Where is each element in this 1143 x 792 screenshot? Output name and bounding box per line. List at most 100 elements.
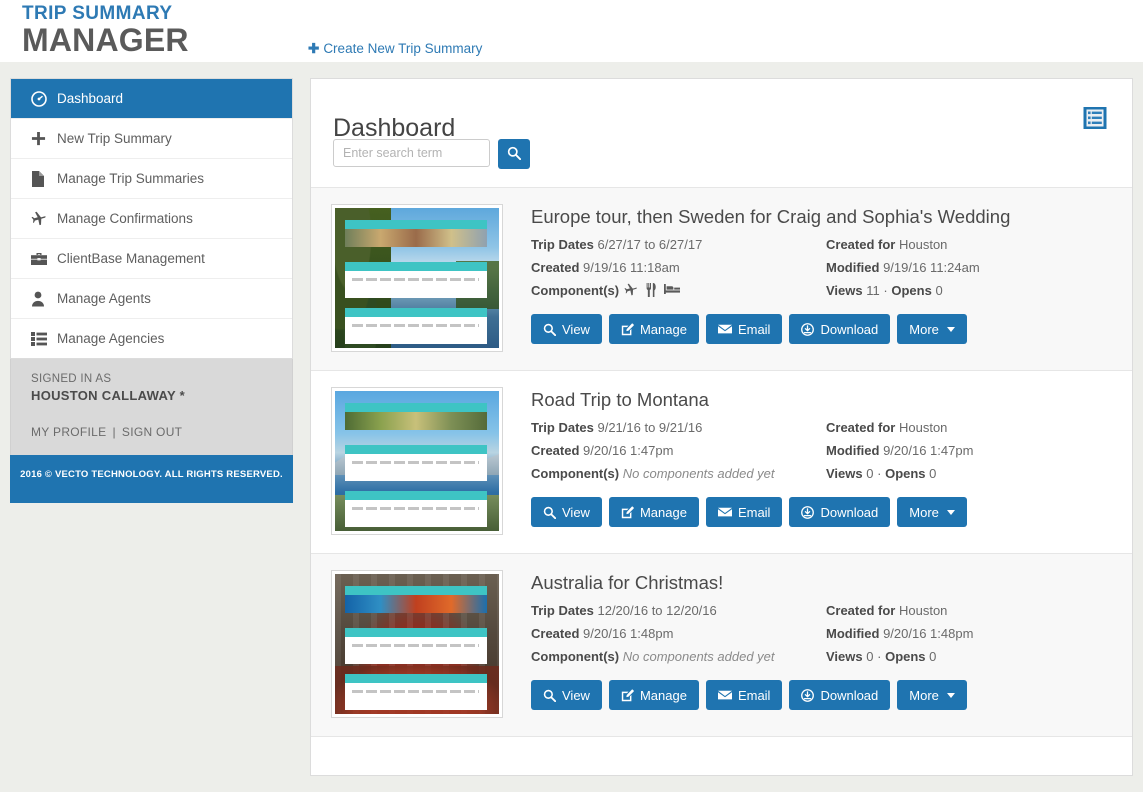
email-button-label: Email <box>738 505 771 520</box>
components-empty-text: No components added yet <box>623 649 775 664</box>
search-icon <box>507 146 521 163</box>
file-icon <box>31 171 57 187</box>
signed-in-label: SIGNED IN AS <box>31 373 272 385</box>
modified-row: Modified 9/19/16 11:24am <box>826 260 1112 275</box>
download-button[interactable]: Download <box>789 497 890 527</box>
trip-dates-label: Trip Dates <box>531 420 594 435</box>
my-profile-link[interactable]: MY PROFILE <box>31 425 106 439</box>
views-opens-row: Views 0 · Opens 0 <box>826 649 1112 664</box>
download-button-label: Download <box>820 505 878 520</box>
trip-thumbnail[interactable] <box>331 204 503 352</box>
created-for-value: Houston <box>899 420 947 435</box>
download-circle-icon <box>801 506 814 519</box>
search-icon <box>543 689 556 702</box>
trip-card[interactable]: Road Trip to Montana Trip Dates 9/21/16 … <box>311 371 1132 554</box>
view-button[interactable]: View <box>531 497 602 527</box>
envelope-icon <box>718 323 732 335</box>
meta-dot: · <box>883 283 887 298</box>
modified-label: Modified <box>826 260 879 275</box>
component-icons <box>624 283 680 297</box>
created-row: Created 9/19/16 11:18am <box>531 260 826 275</box>
download-circle-icon <box>801 689 814 702</box>
download-button[interactable]: Download <box>789 314 890 344</box>
sidebar-item-label: ClientBase Management <box>57 251 205 266</box>
more-button[interactable]: More <box>897 680 967 710</box>
envelope-icon <box>718 506 732 518</box>
modified-value: 9/20/16 1:48pm <box>883 626 973 641</box>
briefcase-icon <box>31 252 57 266</box>
views-value: 0 <box>866 649 873 664</box>
created-for-label: Created for <box>826 237 895 252</box>
trip-dates-label: Trip Dates <box>531 603 594 618</box>
created-for-row: Created for Houston <box>826 237 1112 252</box>
sidebar-item-new-trip-summary[interactable]: New Trip Summary <box>11 119 292 159</box>
search-bar <box>333 139 530 169</box>
copyright-footer: 2016 © VECTO TECHNOLOGY. ALL RIGHTS RESE… <box>10 455 293 503</box>
email-button[interactable]: Email <box>706 497 783 527</box>
trip-dates-row: Trip Dates 9/21/16 to 9/21/16 <box>531 420 826 435</box>
trip-actions: View Manage Email Download <box>531 497 1112 527</box>
signed-in-panel: SIGNED IN AS HOUSTON CALLAWAY * MY PROFI… <box>10 359 293 455</box>
created-for-row: Created for Houston <box>826 420 1112 435</box>
components-empty-text: No components added yet <box>623 466 775 481</box>
sidebar-item-manage-trip-summaries[interactable]: Manage Trip Summaries <box>11 159 292 199</box>
sidebar-item-manage-agents[interactable]: Manage Agents <box>11 279 292 319</box>
manage-button[interactable]: Manage <box>609 497 699 527</box>
components-label: Component(s) <box>531 283 619 298</box>
components-row: Component(s) No components added yet <box>531 649 826 664</box>
trip-thumbnail[interactable] <box>331 570 503 718</box>
more-button-label: More <box>909 322 939 337</box>
view-button[interactable]: View <box>531 314 602 344</box>
trip-details: Australia for Christmas! Trip Dates 12/2… <box>503 570 1112 718</box>
modified-row: Modified 9/20/16 1:47pm <box>826 443 1112 458</box>
created-label: Created <box>531 260 579 275</box>
sidebar-item-clientbase-management[interactable]: ClientBase Management <box>11 239 292 279</box>
manage-button[interactable]: Manage <box>609 314 699 344</box>
trip-details: Road Trip to Montana Trip Dates 9/21/16 … <box>503 387 1112 535</box>
views-label: Views <box>826 283 863 298</box>
sidebar-nav: Dashboard New Trip Summary Manage Trip S… <box>10 78 293 359</box>
view-button[interactable]: View <box>531 680 602 710</box>
sidebar-item-manage-confirmations[interactable]: Manage Confirmations <box>11 199 292 239</box>
opens-label: Opens <box>885 466 925 481</box>
user-icon <box>31 291 57 307</box>
view-button-label: View <box>562 688 590 703</box>
search-button[interactable] <box>498 139 530 169</box>
sign-out-link[interactable]: SIGN OUT <box>122 425 182 439</box>
opens-label: Opens <box>891 283 931 298</box>
email-button[interactable]: Email <box>706 680 783 710</box>
created-row: Created 9/20/16 1:47pm <box>531 443 826 458</box>
trip-meta: Trip Dates 6/27/17 to 6/27/17 Created fo… <box>531 237 1112 298</box>
download-button-label: Download <box>820 322 878 337</box>
trip-title: Australia for Christmas! <box>531 572 1112 594</box>
report-list-icon[interactable] <box>1082 105 1108 131</box>
chevron-down-icon <box>947 327 955 332</box>
modified-label: Modified <box>826 443 879 458</box>
sidebar-item-dashboard[interactable]: Dashboard <box>11 79 292 119</box>
manage-button-label: Manage <box>640 505 687 520</box>
download-button[interactable]: Download <box>789 680 890 710</box>
more-button[interactable]: More <box>897 497 967 527</box>
download-button-label: Download <box>820 688 878 703</box>
trip-card[interactable]: Europe tour, then Sweden for Craig and S… <box>311 188 1132 371</box>
email-button[interactable]: Email <box>706 314 783 344</box>
views-value: 11 <box>866 283 880 298</box>
dashboard-icon <box>31 91 57 107</box>
download-circle-icon <box>801 323 814 336</box>
created-label: Created <box>531 443 579 458</box>
more-button-label: More <box>909 505 939 520</box>
trip-card[interactable]: Australia for Christmas! Trip Dates 12/2… <box>311 554 1132 737</box>
email-button-label: Email <box>738 688 771 703</box>
search-input[interactable] <box>333 139 490 167</box>
manage-button[interactable]: Manage <box>609 680 699 710</box>
trip-thumbnail[interactable] <box>331 387 503 535</box>
sidebar-item-label: Manage Confirmations <box>57 211 193 226</box>
create-new-trip-summary-link[interactable]: ✚Create New Trip Summary <box>308 41 482 57</box>
edit-square-icon <box>621 689 634 702</box>
created-for-value: Houston <box>899 603 947 618</box>
plus-icon: ✚ <box>308 41 319 56</box>
signed-in-username: HOUSTON CALLAWAY * <box>31 388 272 403</box>
sidebar-item-manage-agencies[interactable]: Manage Agencies <box>11 319 292 359</box>
opens-value: 0 <box>935 283 942 298</box>
more-button[interactable]: More <box>897 314 967 344</box>
